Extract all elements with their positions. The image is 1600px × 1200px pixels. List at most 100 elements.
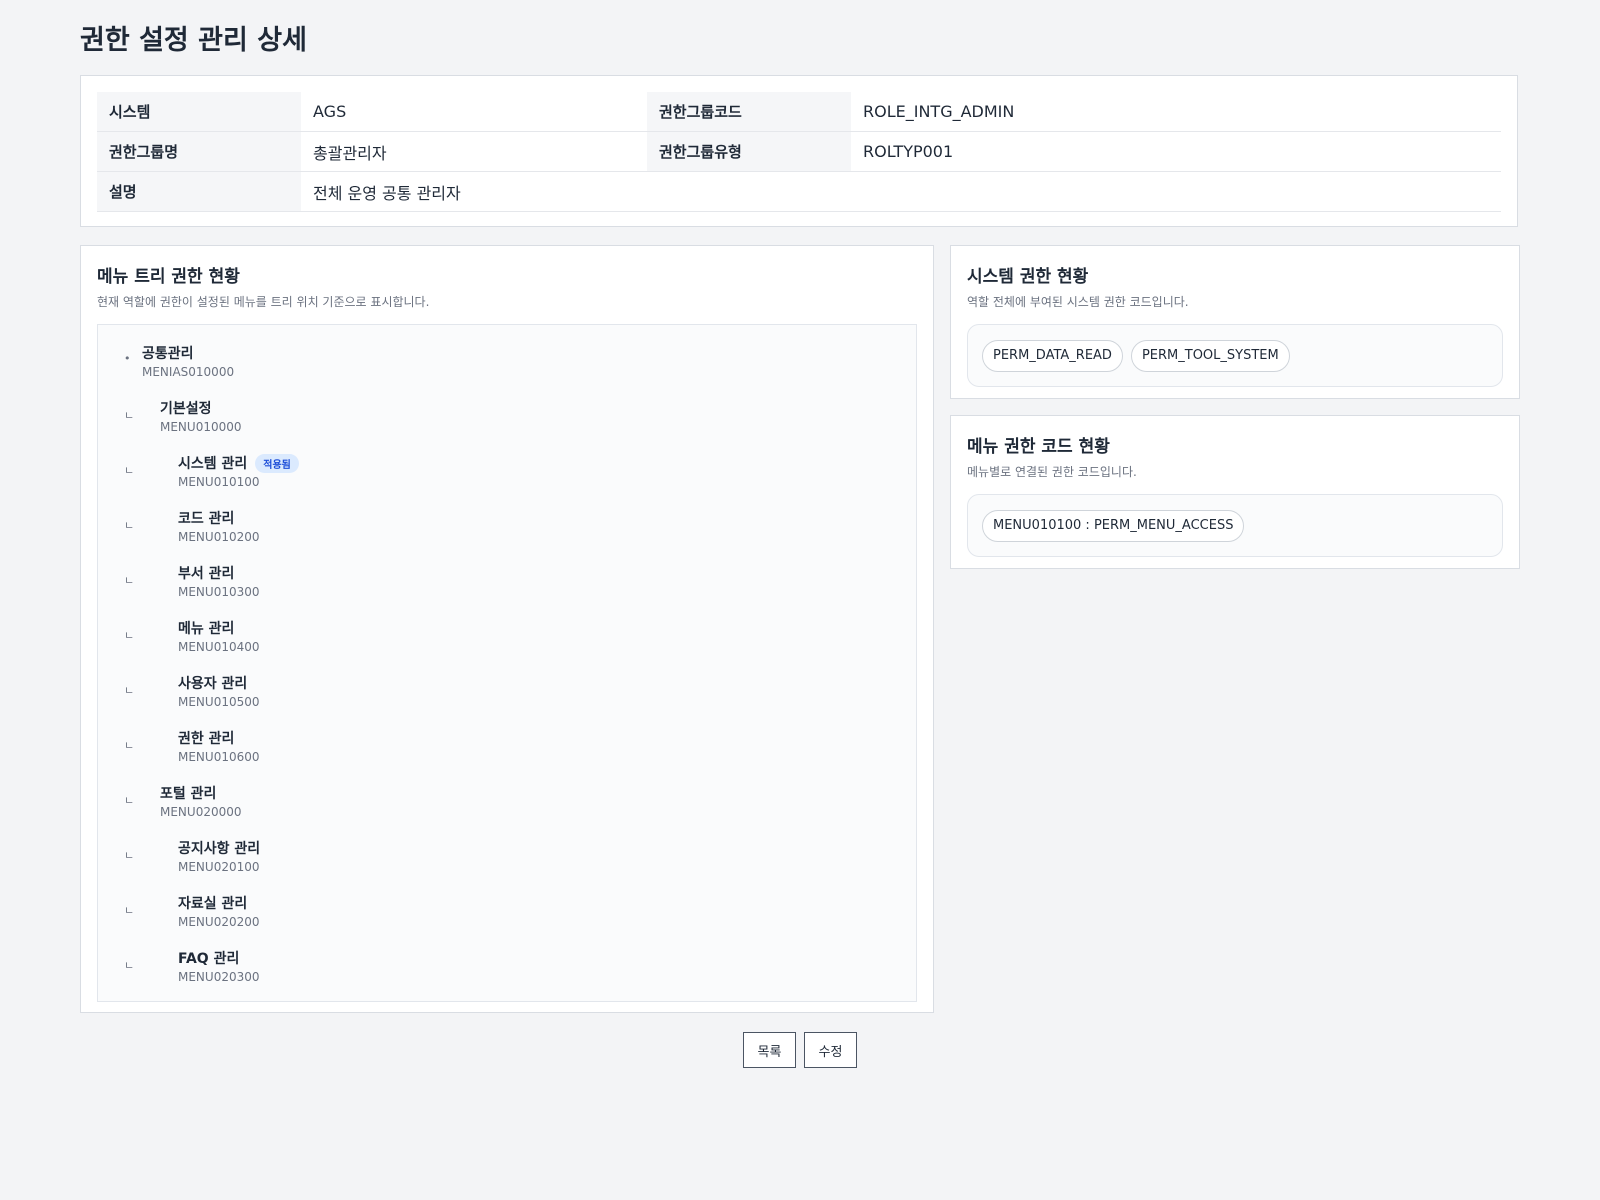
permission-chip: MENU010100 : PERM_MENU_ACCESS (982, 509, 1245, 542)
system-permission-title: 시스템 권한 현황 (967, 267, 1089, 287)
applied-badge: 적용됨 (255, 453, 299, 473)
tree-node-code: MENU020000 (160, 805, 242, 819)
tree-node-code: MENU010100 (178, 475, 260, 489)
tree-node-name-row: FAQ 관리 (178, 948, 260, 968)
tree-node: ㄴ 시스템 관리 적용됨 MENU010100 (98, 445, 916, 500)
tree-node-name-row: 사용자 관리 (178, 673, 260, 693)
tree-node: ㄴ 사용자 관리 MENU010500 (98, 665, 916, 720)
tree-node-code: MENU020100 (178, 860, 260, 874)
tree-branch-icon: ㄴ (124, 684, 135, 697)
info-value-description: 전체 운영 공통 관리자 (301, 172, 1501, 211)
tree-branch-icon: ㄴ (124, 959, 135, 972)
tree-node-name-row: 자료실 관리 (178, 893, 260, 913)
info-label-system: 시스템 (97, 92, 301, 131)
tree-node-content: 권한 관리 MENU010600 (178, 728, 260, 764)
tree-node-code: MENU010000 (160, 420, 242, 434)
tree-branch-icon: ㄴ (124, 629, 135, 642)
info-row: 권한그룹명 총괄관리자 권한그룹유형 ROLTYP001 (97, 132, 1501, 172)
info-row: 설명 전체 운영 공통 관리자 (97, 172, 1501, 212)
tree-branch-icon: ㄴ (124, 794, 135, 807)
tree-branch-icon: ㄴ (124, 574, 135, 587)
tree-branch-icon: ㄴ (124, 739, 135, 752)
tree-node-content: 시스템 관리 적용됨 MENU010100 (178, 453, 299, 489)
tree-node-name: 메뉴 관리 (178, 621, 235, 637)
info-label-description: 설명 (97, 172, 301, 211)
tree-node-name-row: 공통관리 (142, 343, 234, 363)
info-label-role-group-type: 권한그룹유형 (647, 132, 851, 171)
tree-node-code: MENU020200 (178, 915, 260, 929)
menu-tree: • 공통관리 MENIAS010000 ㄴ 기본설정 MENU010000 ㄴ 시스템 관리 적… (97, 324, 917, 1002)
tree-node: • 공통관리 MENIAS010000 (98, 335, 916, 390)
tree-node-name-row: 포털 관리 (160, 783, 242, 803)
tree-node-content: 부서 관리 MENU010300 (178, 563, 260, 599)
tree-node: ㄴ 자료실 관리 MENU020200 (98, 885, 916, 940)
menu-tree-panel: 메뉴 트리 권한 현황 현재 역할에 권한이 설정된 메뉴를 트리 위치 기준으… (80, 245, 934, 1013)
menu-tree-title: 메뉴 트리 권한 현황 (97, 267, 240, 287)
tree-node: ㄴ 코드 관리 MENU010200 (98, 500, 916, 555)
tree-node-name-row: 부서 관리 (178, 563, 260, 583)
menu-tree-description: 현재 역할에 권한이 설정된 메뉴를 트리 위치 기준으로 표시합니다. (97, 295, 430, 309)
tree-node-code: MENU010500 (178, 695, 260, 709)
info-value-role-group-code: ROLE_INTG_ADMIN (851, 92, 1501, 131)
tree-node-code: MENIAS010000 (142, 365, 235, 379)
tree-node-content: FAQ 관리 MENU020300 (178, 948, 260, 984)
tree-node-content: 포털 관리 MENU020000 (160, 783, 242, 819)
list-button[interactable]: 목록 (743, 1032, 796, 1068)
tree-branch-icon: ㄴ (124, 519, 135, 532)
edit-button[interactable]: 수정 (804, 1032, 857, 1068)
info-value-role-group-type: ROLTYP001 (851, 132, 1501, 171)
tree-branch-icon: ㄴ (124, 464, 135, 477)
tree-node-name: 부서 관리 (178, 566, 235, 582)
tree-node: ㄴ 부서 관리 MENU010300 (98, 555, 916, 610)
tree-node-name: 권한 관리 (178, 731, 235, 747)
tree-node-name-row: 권한 관리 (178, 728, 260, 748)
menu-permission-panel: 메뉴 권한 코드 현황 메뉴별로 연결된 권한 코드입니다. MENU01010… (950, 415, 1520, 569)
tree-node-code: MENU010300 (178, 585, 260, 599)
menu-permission-description: 메뉴별로 연결된 권한 코드입니다. (967, 465, 1137, 479)
tree-node-content: 코드 관리 MENU010200 (178, 508, 260, 544)
tree-node-name: FAQ 관리 (178, 951, 240, 967)
tree-node-content: 사용자 관리 MENU010500 (178, 673, 260, 709)
permission-chip: PERM_DATA_READ (982, 339, 1123, 372)
tree-node-name-row: 코드 관리 (178, 508, 260, 528)
tree-node-code: MENU010400 (178, 640, 260, 654)
menu-permission-chips: MENU010100 : PERM_MENU_ACCESS (967, 494, 1503, 557)
tree-node-name: 기본설정 (160, 401, 212, 417)
tree-node-name: 자료실 관리 (178, 896, 248, 912)
tree-node-name-row: 시스템 관리 적용됨 (178, 453, 299, 473)
system-permission-chips: PERM_DATA_READ PERM_TOOL_SYSTEM (967, 324, 1503, 387)
info-value-system: AGS (301, 92, 647, 131)
info-row: 시스템 AGS 권한그룹코드 ROLE_INTG_ADMIN (97, 92, 1501, 132)
tree-node-content: 공지사항 관리 MENU020100 (178, 838, 260, 874)
tree-node-name: 포털 관리 (160, 786, 217, 802)
tree-branch-icon: ㄴ (124, 409, 135, 422)
tree-node-code: MENU010200 (178, 530, 260, 544)
tree-node-name: 코드 관리 (178, 511, 235, 527)
tree-node-code: MENU010600 (178, 750, 260, 764)
info-label-role-group-name: 권한그룹명 (97, 132, 301, 171)
tree-node-name: 공지사항 관리 (178, 841, 261, 857)
system-permission-panel: 시스템 권한 현황 역할 전체에 부여된 시스템 권한 코드입니다. PERM_… (950, 245, 1520, 399)
tree-bullet-icon: • (124, 352, 131, 365)
tree-node: ㄴ 포털 관리 MENU020000 (98, 775, 916, 830)
tree-branch-icon: ㄴ (124, 849, 135, 862)
tree-node-name-row: 공지사항 관리 (178, 838, 260, 858)
tree-node-content: 자료실 관리 MENU020200 (178, 893, 260, 929)
tree-node-content: 공통관리 MENIAS010000 (142, 343, 234, 379)
tree-node-name: 사용자 관리 (178, 676, 248, 692)
tree-node-name-row: 기본설정 (160, 398, 242, 418)
menu-permission-title: 메뉴 권한 코드 현황 (967, 437, 1110, 457)
tree-node: ㄴ 기본설정 MENU010000 (98, 390, 916, 445)
tree-node-content: 기본설정 MENU010000 (160, 398, 242, 434)
tree-node: ㄴ 권한 관리 MENU010600 (98, 720, 916, 775)
permission-chip: PERM_TOOL_SYSTEM (1130, 339, 1290, 372)
tree-node: ㄴ 메뉴 관리 MENU010400 (98, 610, 916, 665)
tree-node-name: 시스템 관리 (178, 456, 248, 472)
tree-node: ㄴ 공지사항 관리 MENU020100 (98, 830, 916, 885)
tree-node-code: MENU020300 (178, 970, 260, 984)
info-card: 시스템 AGS 권한그룹코드 ROLE_INTG_ADMIN 권한그룹명 총괄관… (80, 75, 1518, 227)
tree-node: ㄴ FAQ 관리 MENU020300 (98, 940, 916, 995)
tree-node-name: 공통관리 (142, 346, 194, 362)
system-permission-description: 역할 전체에 부여된 시스템 권한 코드입니다. (967, 295, 1189, 309)
info-label-role-group-code: 권한그룹코드 (647, 92, 851, 131)
